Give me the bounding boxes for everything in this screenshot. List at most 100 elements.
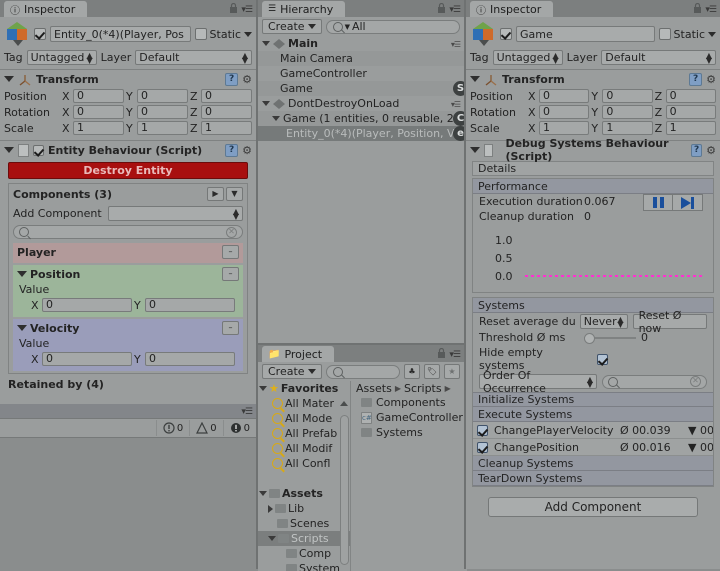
clear-search-icon[interactable]: ✕ xyxy=(690,376,701,387)
entity-behaviour-enabled-checkbox[interactable] xyxy=(33,144,44,156)
filter-type-icon[interactable]: ♣ xyxy=(404,364,420,379)
systems-search-field[interactable]: ✕ xyxy=(602,374,707,389)
hierarchy-row-main-camera[interactable]: Main Camera xyxy=(258,51,464,66)
help-icon[interactable]: ? xyxy=(225,143,239,157)
panel-menu-icon[interactable]: ▾☰ xyxy=(241,5,253,15)
system-enabled-checkbox[interactable] xyxy=(477,441,488,453)
threshold-value-field[interactable]: 0 xyxy=(641,331,707,344)
reset-average-dropdown[interactable]: Never ▲ ▼ xyxy=(579,314,628,329)
cleanup-systems-header[interactable]: Cleanup Systems xyxy=(473,456,713,471)
tree-row-all-materials[interactable]: All Mater xyxy=(258,396,350,411)
scene-menu-icon[interactable]: ▾☰ xyxy=(451,40,461,49)
vertical-splitter-left[interactable] xyxy=(256,0,258,569)
breadcrumb-scripts[interactable]: Scripts xyxy=(404,382,442,395)
tab-hierarchy[interactable]: ☰ Hierarchy xyxy=(262,1,346,17)
project-item-gamecontroller[interactable]: c# GameController xyxy=(351,410,467,425)
scale-x-field-left[interactable]: 1 xyxy=(73,121,124,135)
velocity-component-y-field[interactable]: 0 xyxy=(145,352,235,366)
foldout-icon[interactable] xyxy=(262,41,270,46)
tree-row-lib[interactable]: Lib xyxy=(258,501,350,516)
hierarchy-row-main[interactable]: Main ▾☰ xyxy=(258,36,464,51)
hide-empty-checkbox[interactable] xyxy=(597,353,608,365)
rotation-y-field-right[interactable]: 0 xyxy=(602,105,653,119)
project-create-button[interactable]: Create xyxy=(262,364,322,379)
hierarchy-row-dontdestroyonload[interactable]: DontDestroyOnLoad ▾☰ xyxy=(258,96,464,111)
threshold-slider[interactable] xyxy=(584,332,636,344)
panel-menu-icon[interactable]: ▾☰ xyxy=(449,5,461,15)
position-z-field-right[interactable]: 0 xyxy=(665,89,716,103)
sort-order-dropdown[interactable]: Order Of Occurrence ▲ ▼ xyxy=(479,369,597,395)
favorite-star-icon[interactable]: ★ xyxy=(444,364,460,379)
tree-row-assets[interactable]: Assets xyxy=(258,486,350,501)
lock-icon[interactable] xyxy=(229,3,238,13)
foldout-icon[interactable] xyxy=(4,76,14,82)
foldout-icon[interactable] xyxy=(262,101,270,106)
vertical-splitter-right[interactable] xyxy=(464,0,466,569)
tree-row-systems[interactable]: System xyxy=(258,561,350,571)
position-component-y-field[interactable]: 0 xyxy=(145,298,235,312)
filter-label-icon[interactable]: 🏷 xyxy=(424,364,440,379)
scale-z-field-left[interactable]: 1 xyxy=(201,121,252,135)
tree-row-all-modified[interactable]: All Modif xyxy=(258,441,350,456)
project-item-systems[interactable]: Systems xyxy=(351,425,467,440)
pause-button[interactable] xyxy=(643,194,673,211)
tab-inspector-left[interactable]: ⓘ Inspector xyxy=(4,1,88,17)
rotation-x-field-left[interactable]: 0 xyxy=(73,105,124,119)
breadcrumb-assets[interactable]: Assets xyxy=(356,382,392,395)
system-enabled-checkbox[interactable] xyxy=(477,424,488,436)
static-dropdown-icon-right[interactable] xyxy=(708,31,716,37)
rotation-y-field-left[interactable]: 0 xyxy=(137,105,188,119)
foldout-icon[interactable] xyxy=(4,147,14,153)
foldout-icon[interactable] xyxy=(268,536,276,541)
foldout-icon[interactable] xyxy=(259,386,267,391)
panel-menu-icon[interactable]: ▾☰ xyxy=(705,5,717,15)
execute-systems-header[interactable]: Execute Systems xyxy=(473,407,713,422)
scale-y-field-right[interactable]: 1 xyxy=(602,121,653,135)
tag-dropdown-left[interactable]: Untagged ▲ ▼ xyxy=(26,50,97,65)
position-y-field-right[interactable]: 0 xyxy=(602,89,653,103)
layer-dropdown-right[interactable]: Default ▲ ▼ xyxy=(601,50,716,65)
tab-project[interactable]: 📁 Project xyxy=(262,346,335,362)
add-component-dropdown[interactable]: ▲ ▼ xyxy=(107,206,243,221)
hierarchy-row-game-entities[interactable]: Game (1 entities, 0 reusable, 2 gro C xyxy=(258,111,468,126)
tree-row-all-conflicts[interactable]: All Confl xyxy=(258,456,350,471)
rotation-z-field-left[interactable]: 0 xyxy=(201,105,252,119)
static-checkbox-left[interactable] xyxy=(194,28,207,40)
console-info-group[interactable]: 0 xyxy=(222,420,256,436)
position-x-field-left[interactable]: 0 xyxy=(73,89,124,103)
object-name-field-left[interactable]: Entity_0(*4)(Player, Pos xyxy=(50,26,191,42)
component-search-field[interactable]: ✕ xyxy=(13,225,243,239)
static-dropdown-icon-left[interactable] xyxy=(244,31,252,37)
help-icon[interactable]: ? xyxy=(225,72,239,86)
position-x-field-right[interactable]: 0 xyxy=(539,89,590,103)
rotation-z-field-right[interactable]: 0 xyxy=(665,105,716,119)
gear-icon[interactable]: ⚙ xyxy=(706,73,716,86)
foldout-icon[interactable] xyxy=(259,491,267,496)
step-button[interactable] xyxy=(673,194,703,211)
remove-component-position-button[interactable]: – xyxy=(222,267,239,281)
velocity-component-x-field[interactable]: 0 xyxy=(42,352,132,366)
add-component-button-right[interactable]: Add Component xyxy=(488,497,698,517)
expand-components-button[interactable]: ▶ xyxy=(207,187,224,201)
hierarchy-search-field[interactable]: ▼ All xyxy=(325,19,460,34)
slider-knob[interactable] xyxy=(584,332,595,344)
tree-row-favorites[interactable]: ★ Favorites xyxy=(258,381,350,396)
tab-inspector-right[interactable]: ⓘ Inspector xyxy=(470,1,554,17)
foldout-icon[interactable] xyxy=(470,147,480,153)
console-error-group[interactable]: 0 xyxy=(155,420,189,436)
remove-component-player-button[interactable]: – xyxy=(222,245,239,259)
clear-search-icon[interactable]: ✕ xyxy=(226,226,237,238)
project-item-components[interactable]: Components xyxy=(351,395,467,410)
position-y-field-left[interactable]: 0 xyxy=(137,89,188,103)
scene-menu-icon[interactable]: ▾☰ xyxy=(451,100,461,109)
project-tree-scrollbar[interactable] xyxy=(340,415,349,565)
scale-x-field-right[interactable]: 1 xyxy=(539,121,590,135)
horizontal-splitter-hierarchy-project[interactable] xyxy=(258,343,464,345)
tree-row-all-prefabs[interactable]: All Prefab xyxy=(258,426,350,441)
console-log-area[interactable] xyxy=(0,438,256,570)
help-icon[interactable]: ? xyxy=(690,143,703,157)
entity-behaviour-header[interactable]: Entity Behaviour (Script) ? ⚙ xyxy=(0,140,256,159)
hierarchy-row-entity-0[interactable]: Entity_0(*4)(Player, Position, Ve e xyxy=(258,126,468,141)
hierarchy-create-button[interactable]: Create xyxy=(262,19,322,34)
console-warning-group[interactable]: 0 xyxy=(189,420,222,436)
